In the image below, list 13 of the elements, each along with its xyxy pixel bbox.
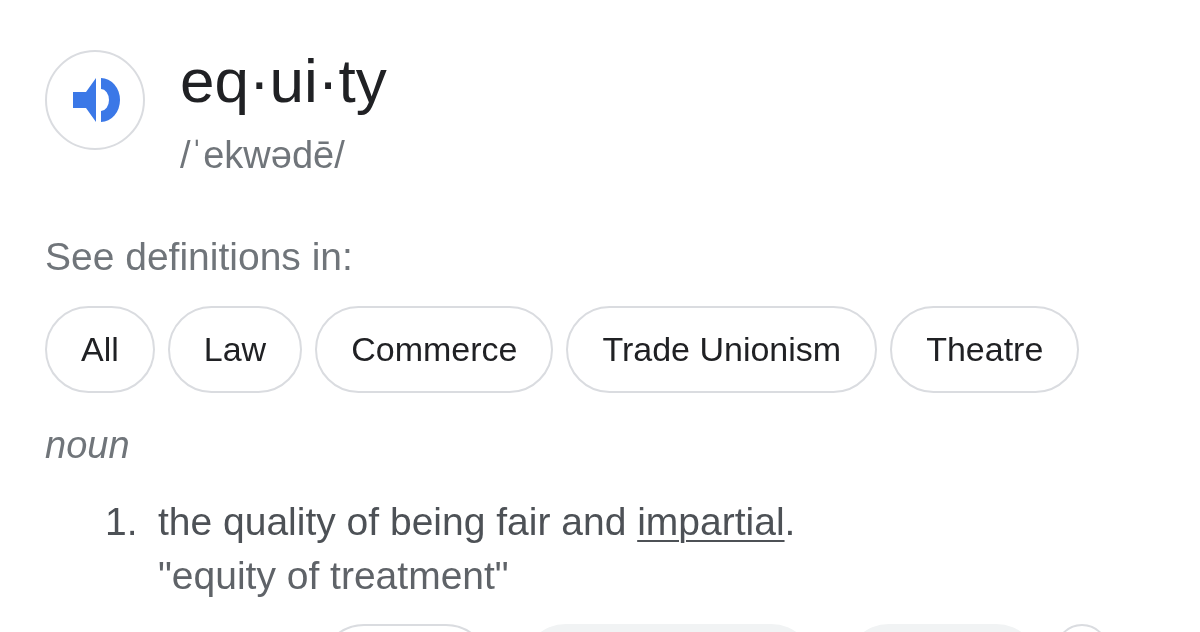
pronunciation: /ˈekwədē/	[180, 136, 345, 174]
word-link[interactable]: impartial	[637, 500, 785, 543]
category-chip[interactable]: Theatre	[890, 306, 1080, 393]
usage-example: "equity of treatment"	[158, 556, 509, 595]
category-chip[interactable]: Law	[167, 306, 303, 393]
section-label: See definitions in:	[45, 237, 353, 276]
category-chip[interactable]: Trade Unionism	[566, 306, 878, 393]
definition-number: 1.	[105, 502, 139, 541]
speaker-icon	[73, 78, 120, 122]
category-chip[interactable]: All	[45, 306, 155, 393]
definition-text: the quality of being fair and impartial.	[158, 502, 796, 541]
category-chip[interactable]: Commerce	[315, 306, 554, 393]
part-of-speech: noun	[45, 426, 130, 464]
